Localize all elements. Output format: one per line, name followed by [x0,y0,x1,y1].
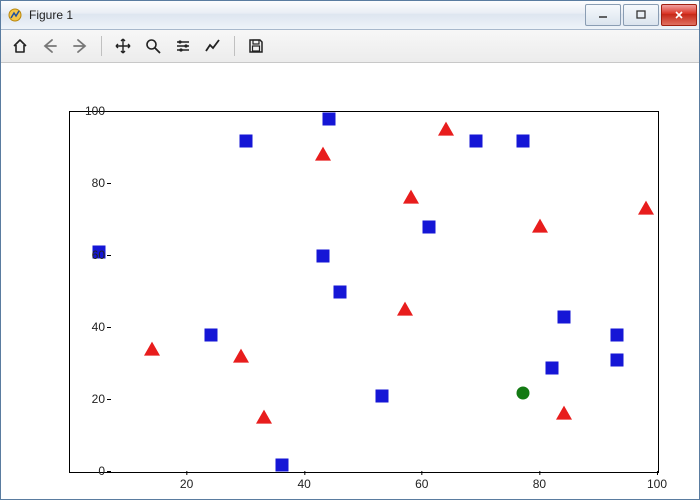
data-point [397,302,413,316]
data-point [240,134,253,147]
data-point [403,190,419,204]
data-point [233,348,249,362]
window-title: Figure 1 [29,8,583,22]
data-point [610,354,623,367]
arrow-left-icon [41,37,59,55]
data-point [315,147,331,161]
x-tick-label: 20 [180,477,193,491]
data-point [438,122,454,136]
forward-button[interactable] [67,33,93,59]
data-point [556,406,572,420]
sliders-icon [174,37,192,55]
data-point [334,286,347,299]
x-tick-label: 100 [647,477,667,491]
home-icon [11,37,29,55]
x-tick-label: 40 [298,477,311,491]
y-tick-label: 40 [65,320,105,334]
home-button[interactable] [7,33,33,59]
data-point [422,221,435,234]
zoom-button[interactable] [140,33,166,59]
toolbar [1,30,699,63]
arrow-right-icon [71,37,89,55]
plot-canvas[interactable]: 0 20 40 60 80 100 20 40 60 80 100 [1,63,699,499]
data-point [546,361,559,374]
minimize-button[interactable] [585,4,621,26]
save-icon [247,37,265,55]
y-tick-label: 100 [65,104,105,118]
data-point [205,329,218,342]
y-tick-label: 20 [65,392,105,406]
figure-window: Figure 1 [0,0,700,500]
data-point [516,386,529,399]
back-button[interactable] [37,33,63,59]
subplots-button[interactable] [170,33,196,59]
x-tick-label: 80 [533,477,546,491]
app-icon [7,7,23,23]
data-point [469,134,482,147]
save-button[interactable] [243,33,269,59]
data-point [322,113,335,126]
window-buttons [583,4,697,26]
data-point [375,390,388,403]
close-button[interactable] [661,4,697,26]
toolbar-separator [234,36,235,56]
y-tick-label: 80 [65,176,105,190]
data-point [638,201,654,215]
data-point [275,458,288,471]
toolbar-separator [101,36,102,56]
x-tick-label: 60 [415,477,428,491]
data-point [256,410,272,424]
plot-area[interactable] [69,111,659,473]
edit-axis-button[interactable] [200,33,226,59]
data-point [516,134,529,147]
data-point [557,311,570,324]
y-tick-label: 60 [65,248,105,262]
maximize-button[interactable] [623,4,659,26]
data-point [610,329,623,342]
data-point [144,341,160,355]
move-icon [114,37,132,55]
y-tick-label: 0 [65,464,105,478]
chart-line-icon [204,37,222,55]
pan-button[interactable] [110,33,136,59]
zoom-icon [144,37,162,55]
titlebar: Figure 1 [1,1,699,30]
data-point [532,219,548,233]
data-point [316,250,329,263]
